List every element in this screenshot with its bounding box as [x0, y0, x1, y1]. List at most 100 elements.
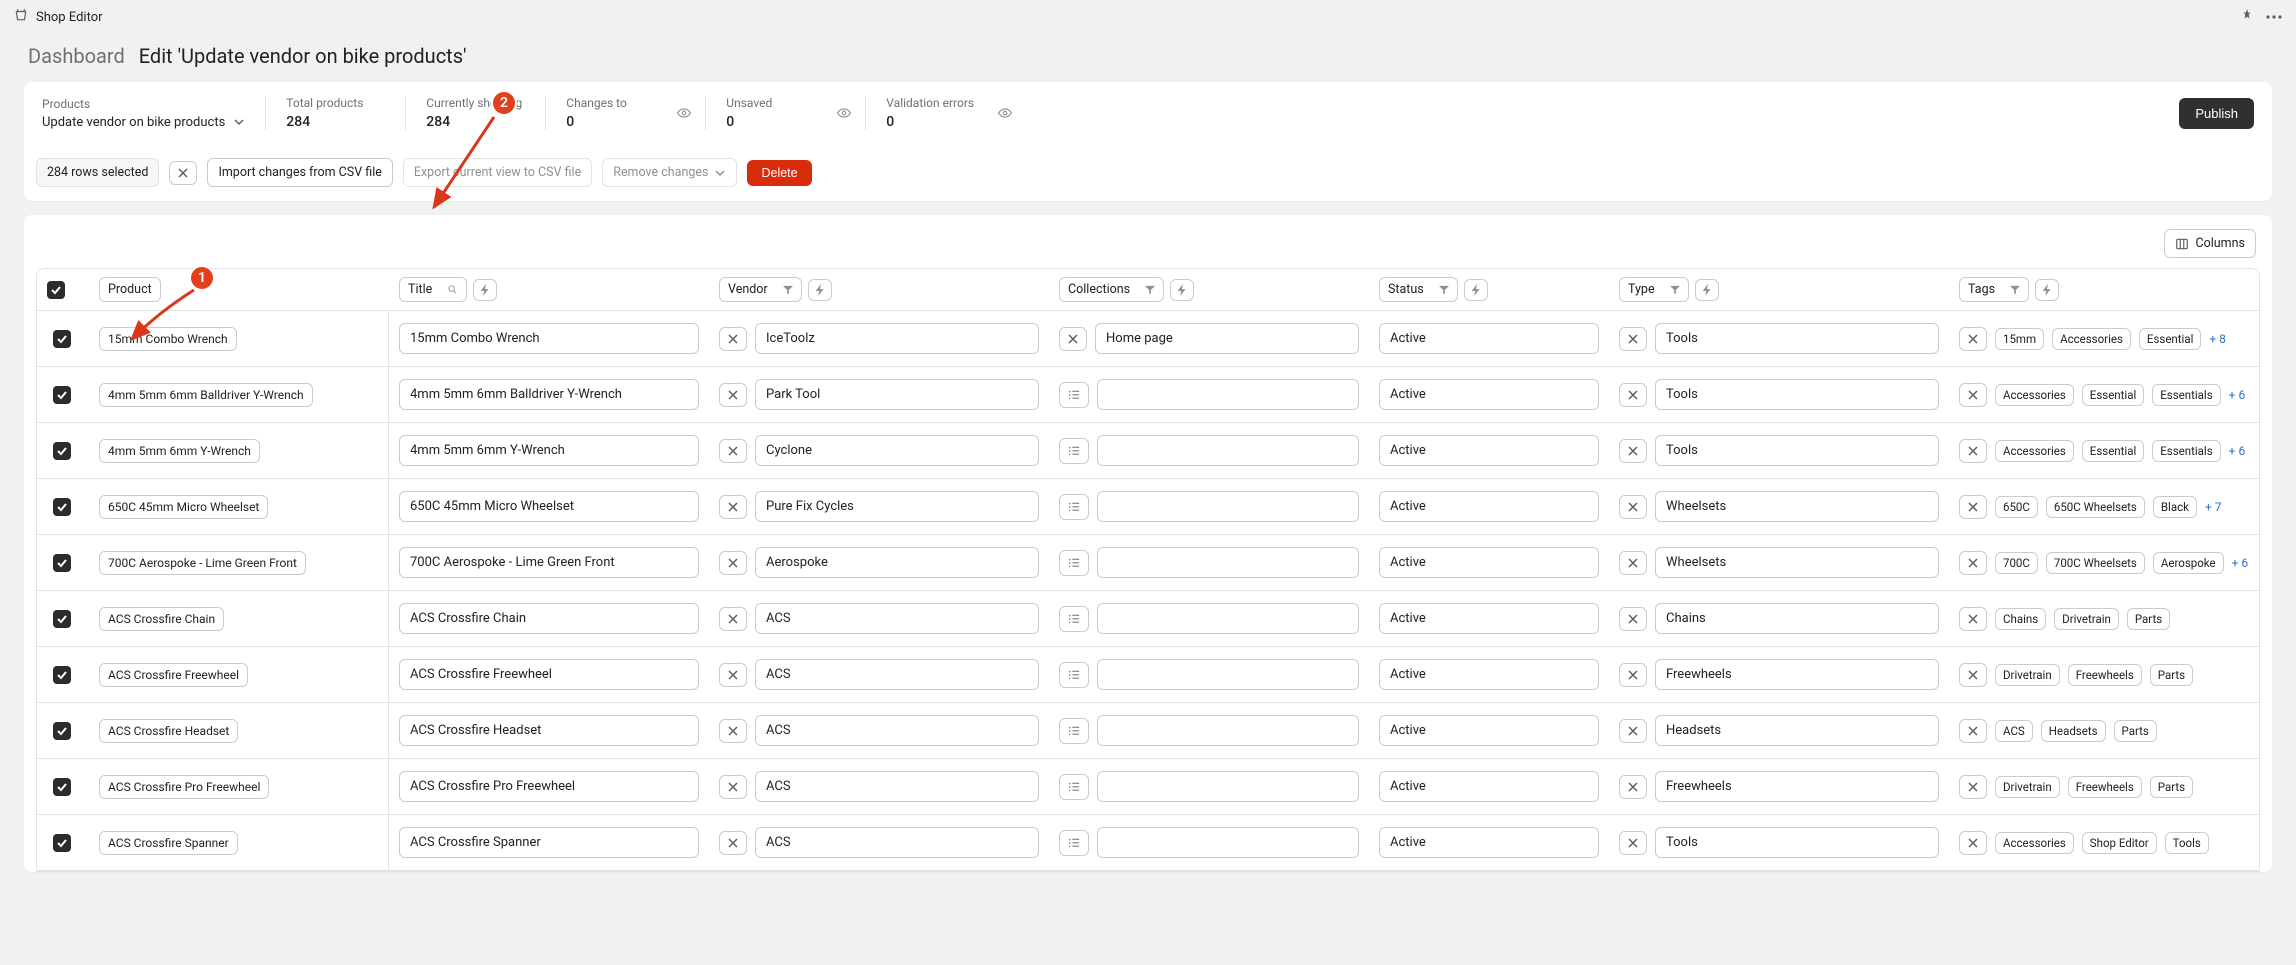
vendor-input[interactable]: Park Tool [755, 379, 1039, 410]
type-input[interactable]: Chains [1655, 603, 1939, 634]
type-input[interactable]: Headsets [1655, 715, 1939, 746]
clear-type-button[interactable] [1619, 663, 1647, 687]
title-input[interactable]: 700C Aerospoke - Lime Green Front [399, 547, 699, 578]
tag-chip[interactable]: Drivetrain [1995, 664, 2060, 686]
tag-chip[interactable]: Essentials [2152, 440, 2220, 462]
tag-chip[interactable]: Tools [2165, 832, 2209, 854]
product-chip[interactable]: 700C Aerospoke - Lime Green Front [99, 551, 306, 575]
type-input[interactable]: Tools [1655, 323, 1939, 354]
clear-type-button[interactable] [1619, 831, 1647, 855]
bolt-icon[interactable] [473, 279, 497, 301]
collections-input[interactable] [1097, 771, 1359, 802]
title-input[interactable]: 4mm 5mm 6mm Y-Wrench [399, 435, 699, 466]
tag-chip[interactable]: Chains [1995, 608, 2046, 630]
clear-vendor-button[interactable] [719, 439, 747, 463]
collections-list-button[interactable] [1059, 382, 1089, 408]
tag-chip[interactable]: Accessories [2052, 328, 2131, 350]
clear-type-button[interactable] [1619, 607, 1647, 631]
collections-list-button[interactable] [1059, 438, 1089, 464]
clear-tags-button[interactable] [1959, 327, 1987, 351]
row-checkbox[interactable] [53, 610, 71, 628]
title-input[interactable]: ACS Crossfire Chain [399, 603, 699, 634]
clear-tags-button[interactable] [1959, 439, 1987, 463]
vendor-input[interactable]: IceToolz [755, 323, 1039, 354]
clear-vendor-button[interactable] [719, 327, 747, 351]
tag-chip[interactable]: 700C [1995, 552, 2038, 574]
product-chip[interactable]: 4mm 5mm 6mm Y-Wrench [99, 439, 260, 463]
collections-input[interactable] [1097, 547, 1359, 578]
tag-chip[interactable]: Parts [2114, 720, 2157, 742]
collections-input[interactable]: Home page [1095, 323, 1359, 354]
row-checkbox[interactable] [53, 834, 71, 852]
clear-vendor-button[interactable] [719, 775, 747, 799]
collections-list-button[interactable] [1059, 662, 1089, 688]
status-input[interactable]: Active [1379, 659, 1599, 690]
dashboard-crumb[interactable]: Dashboard [28, 44, 125, 68]
tag-chip[interactable]: 15mm [1995, 328, 2044, 350]
row-checkbox[interactable] [53, 778, 71, 796]
vendor-input[interactable]: ACS [755, 603, 1039, 634]
clear-tags-button[interactable] [1959, 831, 1987, 855]
vendor-input[interactable]: ACS [755, 659, 1039, 690]
row-checkbox[interactable] [53, 666, 71, 684]
tag-chip[interactable]: Drivetrain [2054, 608, 2119, 630]
bolt-icon[interactable] [1464, 279, 1488, 301]
clear-type-button[interactable] [1619, 439, 1647, 463]
more-tags[interactable]: + 8 [2209, 332, 2226, 346]
clear-type-button[interactable] [1619, 719, 1647, 743]
clear-tags-button[interactable] [1959, 551, 1987, 575]
collections-input[interactable] [1097, 491, 1359, 522]
tag-chip[interactable]: Accessories [1995, 832, 2074, 854]
clear-vendor-button[interactable] [719, 663, 747, 687]
clear-tags-button[interactable] [1959, 663, 1987, 687]
clear-type-button[interactable] [1619, 551, 1647, 575]
tag-chip[interactable]: Accessories [1995, 440, 2074, 462]
vendor-input[interactable]: Cyclone [755, 435, 1039, 466]
product-chip[interactable]: 4mm 5mm 6mm Balldriver Y-Wrench [99, 383, 313, 407]
type-input[interactable]: Freewheels [1655, 771, 1939, 802]
clear-selection-button[interactable] [169, 161, 197, 185]
vendor-input[interactable]: ACS [755, 715, 1039, 746]
status-input[interactable]: Active [1379, 323, 1599, 354]
tag-chip[interactable]: Essential [2082, 440, 2144, 462]
collections-list-button[interactable] [1059, 718, 1089, 744]
product-chip[interactable]: ACS Crossfire Freewheel [99, 663, 248, 687]
collections-input[interactable] [1097, 435, 1359, 466]
bolt-icon[interactable] [1170, 279, 1194, 301]
row-checkbox[interactable] [53, 330, 71, 348]
more-tags[interactable]: + 6 [2229, 444, 2246, 458]
row-checkbox[interactable] [53, 442, 71, 460]
tag-chip[interactable]: ACS [1995, 720, 2033, 742]
clear-vendor-button[interactable] [719, 607, 747, 631]
collections-list-button[interactable] [1059, 774, 1089, 800]
tag-chip[interactable]: Aerospoke [2153, 552, 2224, 574]
vendor-input[interactable]: ACS [755, 827, 1039, 858]
title-input[interactable]: ACS Crossfire Pro Freewheel [399, 771, 699, 802]
clear-vendor-button[interactable] [719, 719, 747, 743]
row-checkbox[interactable] [53, 554, 71, 572]
clear-vendor-button[interactable] [719, 383, 747, 407]
more-tags[interactable]: + 7 [2205, 500, 2222, 514]
tag-chip[interactable]: Parts [2150, 664, 2193, 686]
product-chip[interactable]: ACS Crossfire Headset [99, 719, 238, 743]
eye-icon[interactable] [837, 106, 851, 120]
eye-icon[interactable] [998, 106, 1012, 120]
product-chip[interactable]: 15mm Combo Wrench [99, 327, 237, 351]
clear-tags-button[interactable] [1959, 775, 1987, 799]
summary-products[interactable]: Products Update vendor on bike products [42, 97, 266, 130]
product-chip[interactable]: ACS Crossfire Chain [99, 607, 224, 631]
vendor-input[interactable]: Aerospoke [755, 547, 1039, 578]
tag-chip[interactable]: Essentials [2152, 384, 2220, 406]
type-input[interactable]: Tools [1655, 827, 1939, 858]
collections-input[interactable] [1097, 827, 1359, 858]
vendor-input[interactable]: Pure Fix Cycles [755, 491, 1039, 522]
clear-vendor-button[interactable] [719, 495, 747, 519]
clear-tags-button[interactable] [1959, 495, 1987, 519]
clear-type-button[interactable] [1619, 383, 1647, 407]
clear-vendor-button[interactable] [719, 831, 747, 855]
clear-type-button[interactable] [1619, 327, 1647, 351]
tag-chip[interactable]: Essential [2139, 328, 2201, 350]
type-input[interactable]: Tools [1655, 379, 1939, 410]
status-input[interactable]: Active [1379, 547, 1599, 578]
clear-tags-button[interactable] [1959, 719, 1987, 743]
